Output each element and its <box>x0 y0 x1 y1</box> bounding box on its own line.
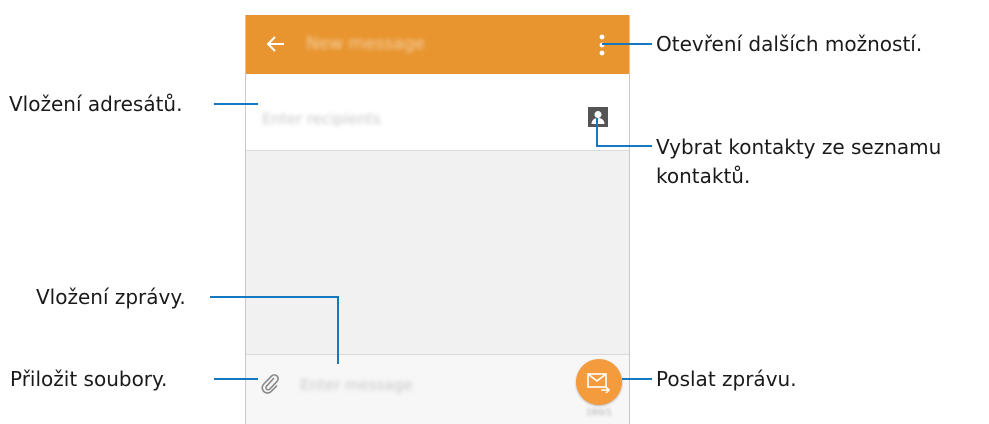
callout-line-enter-message-h <box>210 296 339 298</box>
phone-screen: New message Enter recipients Enter messa… <box>245 15 630 424</box>
message-input[interactable]: Enter message <box>300 376 412 394</box>
callout-send-message: Poslat zprávu. <box>656 367 797 391</box>
callout-line-enter-message-v <box>337 296 339 364</box>
callout-line-choose-contacts-v <box>596 118 598 146</box>
callout-add-recipients: Vložení adresátů. <box>9 92 183 116</box>
more-vertical-icon[interactable] <box>598 33 606 57</box>
callout-enter-message: Vložení zprávy. <box>36 285 186 309</box>
contact-card-icon[interactable] <box>588 107 608 127</box>
callout-choose-contacts-line2: kontaktů. <box>656 164 751 188</box>
callout-more-options: Otevření dalších možností. <box>656 32 923 56</box>
callout-choose-contacts-line1: Vybrat kontakty ze seznamu <box>656 135 942 159</box>
send-button[interactable] <box>576 359 622 405</box>
callout-line-more-options <box>602 43 652 45</box>
callout-attach-files: Přiložit soubory. <box>10 367 168 391</box>
send-envelope-icon <box>587 373 611 393</box>
callout-line-attach-files <box>214 378 258 380</box>
recipients-field[interactable]: Enter recipients <box>246 74 629 151</box>
callout-line-add-recipients <box>214 103 258 105</box>
paperclip-icon[interactable] <box>260 373 282 395</box>
callout-line-send-message <box>622 378 652 380</box>
message-composer: Enter message 160/1 <box>246 354 629 424</box>
recipients-input[interactable]: Enter recipients <box>262 110 381 128</box>
callout-line-choose-contacts-h <box>596 145 652 147</box>
app-toolbar: New message <box>246 15 629 74</box>
send-counter: 160/1 <box>586 408 612 418</box>
arrow-left-icon[interactable] <box>264 32 288 56</box>
toolbar-title: New message <box>306 34 425 54</box>
